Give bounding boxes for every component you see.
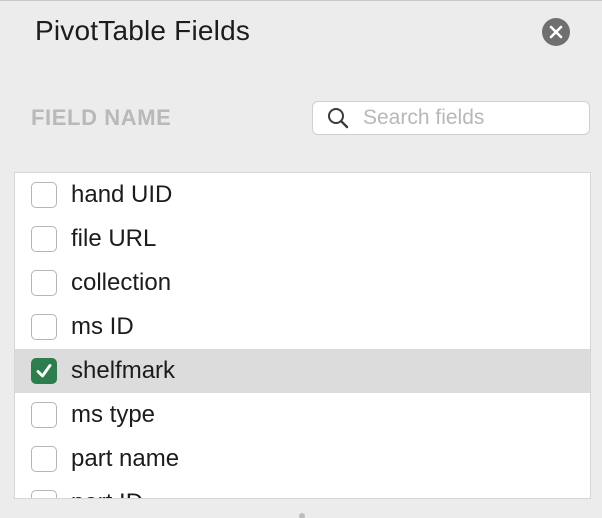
checkbox-collection[interactable] <box>31 270 57 296</box>
close-button[interactable] <box>542 18 570 46</box>
checkbox-file-url[interactable] <box>31 226 57 252</box>
field-row-collection[interactable]: collection <box>15 261 590 305</box>
search-icon <box>325 105 351 131</box>
checkbox-part-id[interactable] <box>31 490 57 498</box>
pivottable-fields-panel: PivotTable Fields FIELD NAME hand UID fi… <box>0 0 602 518</box>
field-label: ms type <box>71 401 156 428</box>
field-list[interactable]: hand UID file URL collection ms ID shelf… <box>14 172 591 499</box>
close-icon <box>549 25 563 39</box>
field-label: part name <box>71 445 180 472</box>
field-label: part ID <box>71 489 143 498</box>
field-row-ms-type[interactable]: ms type <box>15 393 590 437</box>
search-input[interactable] <box>363 106 573 130</box>
field-row-hand-uid[interactable]: hand UID <box>15 173 590 217</box>
field-row-part-name[interactable]: part name <box>15 437 590 481</box>
panel-title: PivotTable Fields <box>35 15 251 46</box>
field-row-shelfmark[interactable]: shelfmark <box>15 349 590 393</box>
checkbox-part-name[interactable] <box>31 446 57 472</box>
checkbox-ms-type[interactable] <box>31 402 57 428</box>
field-label: ms ID <box>71 313 134 340</box>
checkbox-ms-id[interactable] <box>31 314 57 340</box>
field-label: shelfmark <box>71 357 176 384</box>
field-label: collection <box>71 269 172 296</box>
field-name-label: FIELD NAME <box>31 105 172 130</box>
field-label: hand UID <box>71 181 173 208</box>
field-row-file-url[interactable]: file URL <box>15 217 590 261</box>
resize-handle[interactable] <box>299 513 305 518</box>
field-row-part-id[interactable]: part ID <box>15 481 590 498</box>
field-label: file URL <box>71 225 157 252</box>
checkmark-icon <box>36 364 52 378</box>
field-row-ms-id[interactable]: ms ID <box>15 305 590 349</box>
search-box[interactable] <box>312 101 590 135</box>
checkbox-shelfmark[interactable] <box>31 358 57 384</box>
checkbox-hand-uid[interactable] <box>31 182 57 208</box>
